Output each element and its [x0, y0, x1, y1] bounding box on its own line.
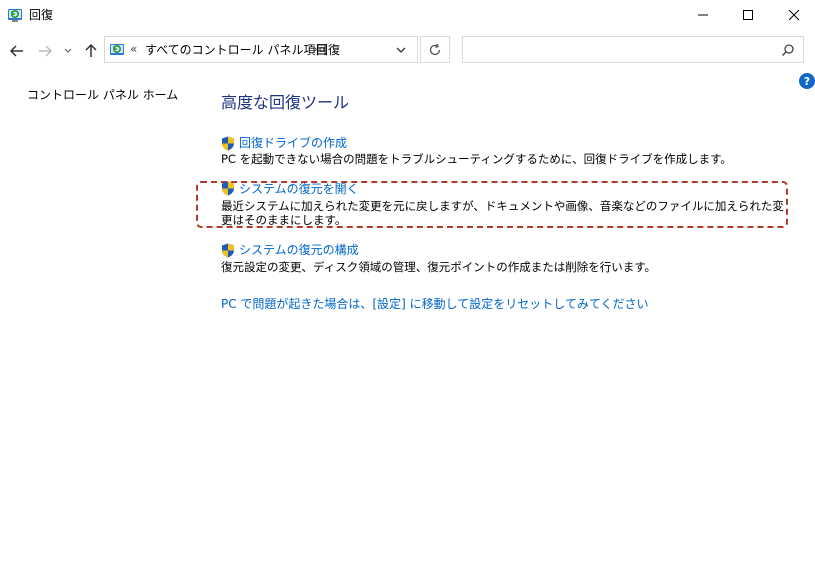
breadcrumb-recovery[interactable]: 回復	[316, 43, 340, 58]
configure-system-restore-link[interactable]: システムの復元の構成	[239, 242, 359, 258]
recovery-icon	[110, 44, 124, 55]
forward-arrow-icon	[39, 45, 53, 57]
minimize-icon	[698, 14, 708, 16]
address-dropdown-button[interactable]	[391, 42, 411, 58]
up-button[interactable]	[82, 42, 100, 60]
recent-locations-button[interactable]	[61, 42, 75, 60]
uac-shield-icon	[222, 136, 234, 151]
create-recovery-drive-link[interactable]: 回復ドライブの作成	[239, 135, 347, 151]
breadcrumb-overflow[interactable]: «	[130, 42, 137, 56]
search-icon	[781, 44, 794, 57]
recovery-icon	[8, 9, 22, 22]
page-title: 高度な回復ツール	[221, 93, 350, 112]
maximize-icon	[743, 10, 753, 20]
configure-system-restore-description: 復元設定の変更、ディスク領域の管理、復元ポイントの作成または削除を行います。	[221, 260, 657, 274]
uac-shield-icon	[222, 181, 234, 196]
open-system-restore-description: 最近システムに加えられた変更を元に戻しますが、ドキュメントや画像、音楽などのファ…	[221, 199, 784, 227]
title-bar: 回復	[0, 0, 815, 30]
minimize-button[interactable]	[680, 0, 726, 30]
reset-pc-settings-link[interactable]: PC で問題が起きた場合は、[設定] に移動して設定をリセットしてみてください	[221, 296, 649, 312]
back-button[interactable]	[8, 42, 26, 60]
open-system-restore-link[interactable]: システムの復元を開く	[239, 181, 359, 197]
close-button[interactable]	[771, 0, 815, 30]
chevron-down-icon	[396, 47, 406, 53]
uac-shield-icon	[222, 243, 234, 258]
help-icon[interactable]: ?	[799, 73, 815, 89]
create-recovery-drive-description: PC を起動できない場合の問題をトラブルシューティングするために、回復ドライブを…	[221, 152, 732, 166]
maximize-button[interactable]	[725, 0, 771, 30]
breadcrumb-all-control-panel-items[interactable]: すべてのコントロール パネル項目	[145, 43, 328, 58]
refresh-button[interactable]	[420, 36, 450, 63]
forward-button[interactable]	[36, 42, 54, 60]
close-icon	[788, 9, 800, 21]
address-bar[interactable]: « すべてのコントロール パネル項目 › 回復	[104, 36, 418, 63]
search-input[interactable]	[462, 36, 804, 63]
sidebar-control-panel-home[interactable]: コントロール パネル ホーム	[27, 87, 178, 103]
back-arrow-icon	[9, 45, 23, 57]
refresh-icon	[429, 43, 441, 55]
up-arrow-icon	[85, 43, 97, 57]
chevron-down-icon	[64, 48, 72, 53]
window-title: 回復	[29, 8, 54, 22]
